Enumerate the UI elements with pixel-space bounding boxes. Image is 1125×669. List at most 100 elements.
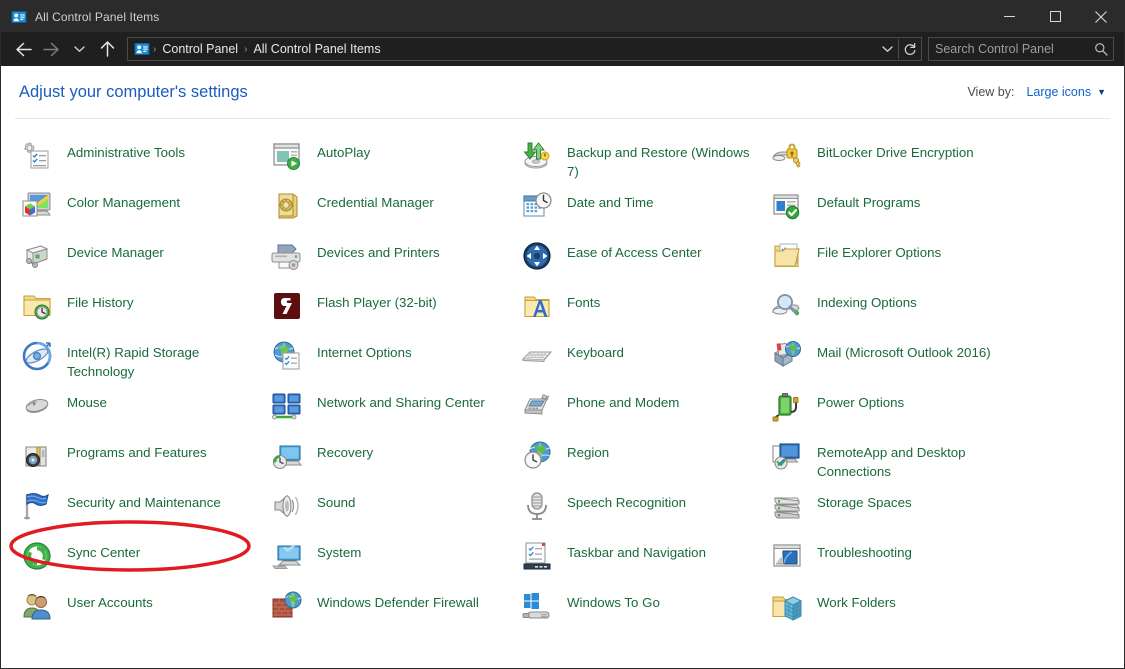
control-panel-item-label[interactable]: Mail (Microsoft Outlook 2016) (817, 338, 991, 362)
control-panel-item-label[interactable]: AutoPlay (317, 138, 370, 162)
breadcrumb-bar[interactable]: › Control Panel › All Control Panel Item… (127, 37, 922, 61)
control-panel-item-label[interactable]: Indexing Options (817, 288, 917, 312)
control-panel-item-label[interactable]: Work Folders (817, 588, 896, 612)
back-button[interactable] (9, 34, 37, 64)
control-panel-item-network-and-sharing-center[interactable]: Network and Sharing Center (265, 387, 515, 437)
control-panel-item-administrative-tools[interactable]: Administrative Tools (15, 137, 265, 187)
control-panel-item-label[interactable]: Flash Player (32-bit) (317, 288, 437, 312)
up-button[interactable] (93, 34, 121, 64)
control-panel-item-recovery[interactable]: Recovery (265, 437, 515, 487)
search-input[interactable]: Search Control Panel (929, 42, 1089, 56)
control-panel-item-programs-and-features[interactable]: Programs and Features (15, 437, 265, 487)
control-panel-item-label[interactable]: Programs and Features (67, 438, 207, 462)
control-panel-item-power-options[interactable]: Power Options (765, 387, 1040, 437)
control-panel-item-label[interactable]: Sound (317, 488, 355, 512)
chevron-down-icon (881, 46, 893, 52)
control-panel-item-label[interactable]: RemoteApp and Desktop Connections (817, 438, 1027, 481)
control-panel-item-label[interactable]: Network and Sharing Center (317, 388, 485, 412)
control-panel-item-label[interactable]: Storage Spaces (817, 488, 912, 512)
control-panel-item-label[interactable]: Recovery (317, 438, 373, 462)
control-panel-item-default-programs[interactable]: Default Programs (765, 187, 1040, 237)
control-panel-item-devices-and-printers[interactable]: Devices and Printers (265, 237, 515, 287)
control-panel-item-label[interactable]: Speech Recognition (567, 488, 686, 512)
control-panel-item-device-manager[interactable]: Device Manager (15, 237, 265, 287)
control-panel-item-system[interactable]: System (265, 537, 515, 587)
control-panel-item-label[interactable]: Keyboard (567, 338, 624, 362)
control-panel-item-taskbar-and-navigation[interactable]: Taskbar and Navigation (515, 537, 765, 587)
control-panel-item-windows-to-go[interactable]: Windows To Go (515, 587, 765, 637)
control-panel-item-indexing-options[interactable]: Indexing Options (765, 287, 1040, 337)
control-panel-item-label[interactable]: Power Options (817, 388, 904, 412)
control-panel-item-label[interactable]: Intel(R) Rapid Storage Technology (67, 338, 257, 381)
control-panel-item-mouse[interactable]: Mouse (15, 387, 265, 437)
control-panel-item-flash-player-32-bit[interactable]: Flash Player (32-bit) (265, 287, 515, 337)
control-panel-item-file-explorer-options[interactable]: File Explorer Options (765, 237, 1040, 287)
control-panel-item-label[interactable]: Security and Maintenance (67, 488, 221, 512)
control-panel-item-label[interactable]: Windows To Go (567, 588, 660, 612)
control-panel-item-keyboard[interactable]: Keyboard (515, 337, 765, 387)
control-panel-item-label[interactable]: Credential Manager (317, 188, 434, 212)
breadcrumb-item-all-control-panel-items[interactable]: All Control Panel Items (248, 40, 385, 58)
close-button[interactable] (1078, 1, 1124, 32)
control-panel-item-file-history[interactable]: File History (15, 287, 265, 337)
control-panel-item-label[interactable]: Phone and Modem (567, 388, 679, 412)
control-panel-item-security-and-maintenance[interactable]: Security and Maintenance (15, 487, 265, 537)
control-panel-item-intel-r-rapid-storage-technology[interactable]: Intel(R) Rapid Storage Technology (15, 337, 265, 387)
control-panel-item-remoteapp-and-desktop-connections[interactable]: RemoteApp and Desktop Connections (765, 437, 1040, 487)
view-by-control[interactable]: View by: Large icons ▼ (967, 85, 1106, 99)
control-panel-item-label[interactable]: System (317, 538, 361, 562)
control-panel-item-phone-and-modem[interactable]: Phone and Modem (515, 387, 765, 437)
forward-button[interactable] (37, 34, 65, 64)
control-panel-item-label[interactable]: Devices and Printers (317, 238, 440, 262)
control-panel-item-windows-defender-firewall[interactable]: Windows Defender Firewall (265, 587, 515, 637)
control-panel-item-label[interactable]: Windows Defender Firewall (317, 588, 479, 612)
control-panel-item-color-management[interactable]: Color Management (15, 187, 265, 237)
control-panel-item-fonts[interactable]: Fonts (515, 287, 765, 337)
control-panel-item-label[interactable]: Color Management (67, 188, 180, 212)
view-by-value[interactable]: Large icons (1026, 85, 1091, 99)
control-panel-item-label[interactable]: BitLocker Drive Encryption (817, 138, 974, 162)
control-panel-item-backup-and-restore-windows-7[interactable]: Backup and Restore (Windows 7) (515, 137, 765, 187)
control-panel-item-speech-recognition[interactable]: Speech Recognition (515, 487, 765, 537)
control-panel-item-label[interactable]: Mouse (67, 388, 107, 412)
control-panel-item-label[interactable]: Sync Center (67, 538, 140, 562)
refresh-button[interactable] (899, 38, 921, 60)
search-icon[interactable] (1089, 42, 1113, 56)
control-panel-item-date-and-time[interactable]: Date and Time (515, 187, 765, 237)
control-panel-item-label[interactable]: Ease of Access Center (567, 238, 702, 262)
search-box[interactable]: Search Control Panel (928, 37, 1114, 61)
control-panel-item-ease-of-access-center[interactable]: Ease of Access Center (515, 237, 765, 287)
control-panel-item-autoplay[interactable]: AutoPlay (265, 137, 515, 187)
control-panel-item-label[interactable]: Troubleshooting (817, 538, 912, 562)
control-panel-item-label[interactable]: Date and Time (567, 188, 653, 212)
control-panel-item-mail-microsoft-outlook-2016[interactable]: Mail (Microsoft Outlook 2016) (765, 337, 1040, 387)
control-panel-item-storage-spaces[interactable]: Storage Spaces (765, 487, 1040, 537)
keyboard-icon (521, 340, 553, 372)
control-panel-item-internet-options[interactable]: Internet Options (265, 337, 515, 387)
control-panel-item-label[interactable]: Fonts (567, 288, 600, 312)
control-panel-item-label[interactable]: Region (567, 438, 609, 462)
control-panel-item-bitlocker-drive-encryption[interactable]: BitLocker Drive Encryption (765, 137, 1040, 187)
control-panel-item-sync-center[interactable]: Sync Center (15, 537, 265, 587)
breadcrumb-item-control-panel[interactable]: Control Panel (157, 40, 243, 58)
control-panel-item-label[interactable]: Administrative Tools (67, 138, 185, 162)
minimize-button[interactable] (986, 1, 1032, 32)
control-panel-item-work-folders[interactable]: Work Folders (765, 587, 1040, 637)
control-panel-item-label[interactable]: Default Programs (817, 188, 920, 212)
control-panel-item-label[interactable]: Device Manager (67, 238, 164, 262)
control-panel-item-sound[interactable]: Sound (265, 487, 515, 537)
control-panel-item-region[interactable]: Region (515, 437, 765, 487)
control-panel-item-label[interactable]: User Accounts (67, 588, 153, 612)
control-panel-item-label[interactable]: File History (67, 288, 134, 312)
control-panel-item-label[interactable]: Taskbar and Navigation (567, 538, 706, 562)
control-panel-item-label[interactable]: Backup and Restore (Windows 7) (567, 138, 757, 181)
address-dropdown-button[interactable] (876, 38, 898, 60)
chevron-down-icon[interactable]: ▼ (1097, 87, 1106, 97)
control-panel-item-label[interactable]: Internet Options (317, 338, 412, 362)
control-panel-item-troubleshooting[interactable]: Troubleshooting (765, 537, 1040, 587)
control-panel-item-label[interactable]: File Explorer Options (817, 238, 941, 262)
control-panel-item-user-accounts[interactable]: User Accounts (15, 587, 265, 637)
recent-locations-button[interactable] (65, 34, 93, 64)
control-panel-item-credential-manager[interactable]: Credential Manager (265, 187, 515, 237)
maximize-button[interactable] (1032, 1, 1078, 32)
